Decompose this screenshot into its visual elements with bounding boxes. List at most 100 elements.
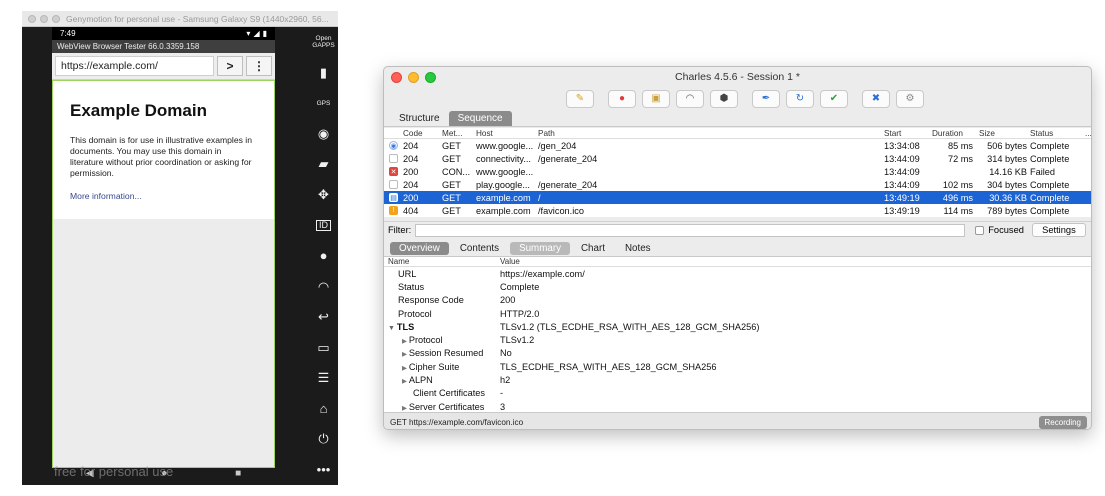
summary-row[interactable]: ▼ TLS TLSv1.2 (TLS_ECDHE_RSA_WITH_AES_128…	[384, 320, 1091, 333]
tools-icon[interactable]: ✖	[862, 89, 890, 108]
disclosure-collapsed-icon[interactable]: ▶	[402, 365, 409, 372]
recent-apps-icon[interactable]: ▭	[309, 332, 338, 363]
disclosure-collapsed-icon[interactable]: ▶	[402, 405, 409, 412]
column-status[interactable]: Status	[1030, 129, 1085, 138]
id-button[interactable]: ID	[309, 210, 338, 241]
row-path: /gen_204	[538, 140, 577, 151]
url-input[interactable]: https://example.com/	[55, 56, 214, 76]
row-status: Complete	[1030, 205, 1070, 216]
row-start: 13:34:08	[884, 140, 920, 151]
nav-recents-icon[interactable]: ■	[235, 468, 241, 479]
checkbox-icon[interactable]	[975, 225, 985, 235]
battery-icon[interactable]: ▮	[309, 58, 338, 89]
tab-overview[interactable]: Overview	[390, 242, 449, 255]
tab-notes[interactable]: Notes	[616, 242, 660, 255]
column-name[interactable]: Name	[384, 257, 500, 266]
open-gapps-button[interactable]: Open GAPPS	[309, 27, 338, 58]
tab-chart[interactable]: Chart	[572, 242, 614, 255]
disclosure-collapsed-icon[interactable]: ▶	[402, 351, 409, 358]
table-row[interactable]: 204 GET connectivity... /generate_204 13:44:…	[384, 152, 1091, 165]
clapper-icon[interactable]: ▰	[309, 149, 338, 180]
focused-checkbox[interactable]: Focused	[975, 225, 1024, 235]
column-start[interactable]: Start	[884, 129, 928, 138]
column-value[interactable]: Value	[500, 257, 1091, 266]
summary-row[interactable]: Response Code 200	[384, 294, 1091, 307]
close-button[interactable]	[28, 14, 36, 23]
column-size[interactable]: Size	[977, 129, 1030, 138]
column-code[interactable]: Code	[403, 129, 442, 138]
go-button[interactable]: >	[217, 56, 243, 76]
disclosure-collapsed-icon[interactable]: ▶	[402, 338, 409, 345]
summary-row[interactable]: ▶ Protocol TLSv1.2	[384, 333, 1091, 346]
row-duration: 72 ms	[947, 153, 973, 164]
tab-summary[interactable]: Summary	[510, 242, 570, 255]
validate-icon[interactable]: ✔	[820, 89, 848, 108]
filter-input[interactable]	[415, 223, 966, 237]
summary-row[interactable]: ▶ ALPN h2	[384, 373, 1091, 386]
repeat-icon[interactable]: ↻	[786, 89, 814, 108]
column-method[interactable]: Met...	[442, 129, 476, 138]
summary-row[interactable]: Status Complete	[384, 280, 1091, 293]
column-duration[interactable]: Duration	[928, 129, 977, 138]
settings-button[interactable]: Settings	[1031, 223, 1086, 237]
disk-icon[interactable]: ●	[309, 241, 338, 272]
column-path[interactable]: Path	[538, 129, 884, 138]
table-row[interactable]: ▤ 200 GET example.com / 13:49:19 496 ms 30.36 K…	[384, 191, 1091, 204]
move-icon[interactable]: ✥	[309, 180, 338, 211]
table-row[interactable]: ◉ 204 GET www.google... /gen_204 13:34:08 85 m…	[384, 139, 1091, 152]
minimize-button[interactable]	[40, 14, 48, 23]
summary-row[interactable]: ▶ Session Resumed No	[384, 347, 1091, 360]
summary-row[interactable]: Client Certificates -	[384, 387, 1091, 400]
summary-row[interactable]: ▶ Server Certificates 3	[384, 400, 1091, 412]
turtle-icon[interactable]: ◠	[676, 89, 704, 108]
tab-structure[interactable]: Structure	[390, 111, 449, 126]
row-code: 200	[403, 166, 419, 177]
charles-toolbar: ✎ ● ▣ ◠ ⬢ ✒ ↻ ✔ ✖ ⚙	[384, 87, 1091, 110]
page-paragraph: This domain is for use in illustrative e…	[70, 135, 252, 178]
watermark: free for personal use	[54, 464, 174, 479]
power-icon[interactable]: ⏻	[309, 424, 338, 455]
breakpoint-icon[interactable]: ⬢	[710, 89, 738, 108]
url-row: https://example.com/ > ⋮	[52, 53, 275, 80]
doc-blue-icon: ▤	[389, 193, 398, 202]
record-icon[interactable]: ●	[608, 89, 636, 108]
column-more[interactable]: ...	[1085, 129, 1091, 138]
row-method: GET	[442, 140, 461, 151]
row-path: /	[538, 192, 541, 203]
tab-contents[interactable]: Contents	[451, 242, 508, 255]
column-host[interactable]: Host	[476, 129, 538, 138]
row-start: 13:44:09	[884, 179, 920, 190]
table-row[interactable]: 204 GET play.google... /generate_204 13:44:0…	[384, 178, 1091, 191]
summary-row[interactable]: ▶ Cipher Suite TLS_ECDHE_RSA_WITH_AES_128…	[384, 360, 1091, 373]
gps-button[interactable]: GPS	[309, 88, 338, 119]
overflow-menu-button[interactable]: ⋮	[246, 56, 272, 76]
row-start: 13:49:19	[884, 205, 920, 216]
zoom-button[interactable]	[52, 14, 60, 23]
summary-row[interactable]: Protocol HTTP/2.0	[384, 307, 1091, 320]
recording-badge[interactable]: Recording	[1038, 416, 1087, 429]
focused-label: Focused	[988, 225, 1024, 235]
more-icon[interactable]: •••	[309, 454, 338, 485]
detail-tabs: Overview Contents Summary Chart Notes	[384, 241, 1091, 257]
disclosure-expanded-icon[interactable]: ▼	[388, 325, 397, 332]
row-status: Failed	[1030, 166, 1056, 177]
lock-icon[interactable]: ▣	[642, 89, 670, 108]
settings-gear-icon[interactable]: ⚙	[896, 89, 924, 108]
summary-name: Cipher Suite	[408, 361, 460, 372]
webcam-icon[interactable]: ◉	[309, 119, 338, 150]
back-icon[interactable]: ↩	[309, 302, 338, 333]
rss-icon[interactable]: ◠	[309, 271, 338, 302]
home-icon[interactable]: ⌂	[309, 393, 338, 424]
table-row[interactable]: ! 404 GET example.com/favicon.ico 13:49:19 11…	[384, 204, 1091, 217]
summary-name: Protocol	[398, 308, 432, 319]
compose-icon[interactable]: ✒	[752, 89, 780, 108]
broom-icon[interactable]: ✎	[566, 89, 594, 108]
summary-row[interactable]: URL https://example.com/	[384, 267, 1091, 280]
table-row[interactable]: ✕ 200 CON... www.google... 13:44:09 14.16 KB F…	[384, 165, 1091, 178]
disclosure-collapsed-icon[interactable]: ▶	[402, 378, 409, 385]
more-information-link[interactable]: More information...	[70, 191, 257, 201]
row-size: 789 bytes	[987, 205, 1027, 216]
tab-sequence[interactable]: Sequence	[448, 111, 512, 126]
row-host: www.google...	[476, 166, 534, 177]
menu-icon[interactable]: ☰	[309, 363, 338, 394]
